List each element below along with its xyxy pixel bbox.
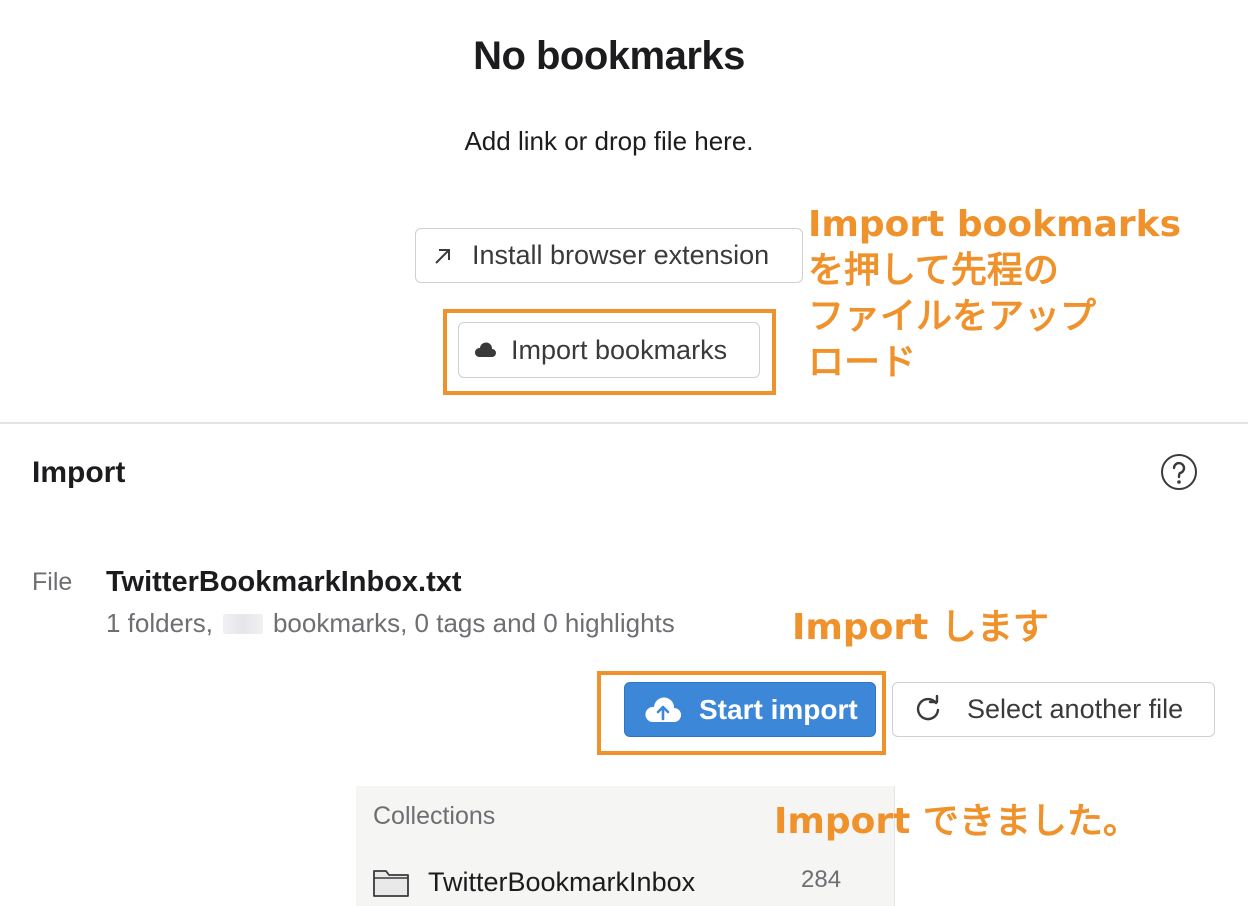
empty-state-subtitle: Add link or drop file here. [464,126,754,156]
section-divider [0,422,1248,424]
install-extension-button[interactable]: Install browser extension [415,228,803,283]
redacted-count [222,613,263,634]
refresh-icon [916,694,940,720]
arrow-up-right-icon [435,248,450,264]
annotation-import-bookmarks: Import bookmarks を押して先程の ファイルをアップ ロード [808,202,1228,386]
folder-icon [373,870,409,897]
collection-name: TwitterBookmarkInbox [428,866,696,897]
empty-state-title: No bookmarks [473,34,745,78]
collection-count: 284 [801,866,842,893]
file-summary-suffix: bookmarks, 0 tags and 0 highlights [272,608,675,638]
annotation-line: Import bookmarks を押して先程の ファイルをアップ ロード [808,204,1182,383]
collections-header: Collections [373,802,496,830]
select-another-file-label: Select another file [967,694,1184,724]
collection-item[interactable]: TwitterBookmarkInbox [372,862,852,902]
help-circle-icon[interactable] [1160,453,1198,491]
select-another-file-button[interactable]: Select another file [892,682,1215,737]
highlight-box-start-import [597,671,886,755]
install-extension-label: Install browser extension [472,240,770,270]
annotation-import-done: Import できました。 [774,801,1139,842]
highlight-box-import-bookmarks [443,309,776,395]
file-summary-prefix: 1 folders, [106,608,213,638]
file-summary: 1 folders, bookmarks, 0 tags and 0 highl… [106,608,675,639]
annotation-start-import: Import します [792,607,1049,648]
file-label: File [32,568,73,596]
file-name: TwitterBookmarkInbox.txt [106,566,462,598]
import-section-title: Import [32,456,126,489]
